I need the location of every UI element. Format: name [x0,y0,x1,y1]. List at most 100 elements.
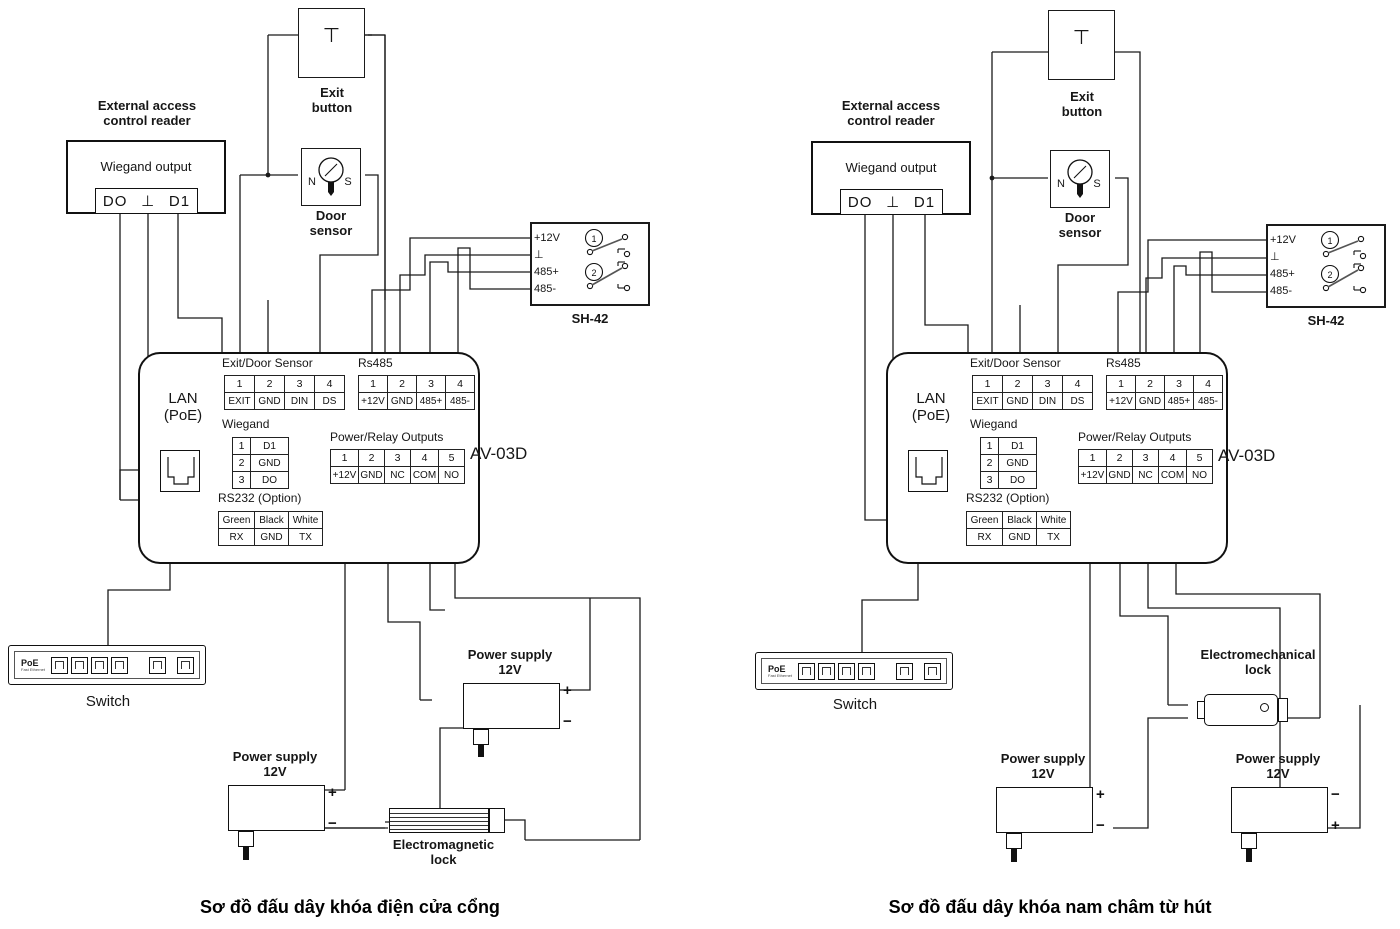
exit-door-sensor-title: Exit/Door Sensor [222,356,313,370]
pr-name-com: COM [1158,466,1187,484]
pr-num-1: 1 [1078,449,1107,467]
rs485-name-485p: 485+ [1164,392,1194,410]
switch-label: Switch [832,696,878,713]
sh42-terminal-12v: +12V [534,232,560,244]
sh42-relay-contacts: 1 2 [584,228,631,292]
diagram-caption-left: Sơ đồ đấu dây khóa điện cửa cổng [200,897,500,917]
rs232-color-white: White [288,511,323,529]
svg-text:1: 1 [591,234,596,244]
rs485-num-4: 4 [1193,375,1223,393]
rs485-name-12v: +12V [1106,392,1136,410]
controller-model-label: AV-03D [1218,446,1276,465]
psu-a-plug [1006,833,1022,849]
psu-a-sign-top: + [1096,786,1105,803]
psu-a-label: Power supply 12V [232,749,318,779]
psu-b-sign-bottom: + [1331,817,1340,834]
switch-uplink-1[interactable] [896,662,913,680]
rs485-num-2: 2 [387,375,417,393]
pr-num-2: 2 [358,449,385,467]
rs232-color-white: White [1036,511,1071,529]
reader-terminal-d1: D1 [168,192,191,210]
sh42-terminal-gnd: ⊥ [1270,251,1280,263]
wiegand-name-gnd: GND [998,454,1037,472]
rs232-name-tx: TX [1036,528,1071,546]
wiegand-terminals: 1 D1 2 GND 3 DO [232,437,289,489]
rs232-name-rx: RX [966,528,1003,546]
eds-num-3: 3 [1032,375,1063,393]
poe-switch-body: PoE Fast Ethernet [8,645,206,685]
eds-num-4: 4 [314,375,345,393]
psu-b-sign-top: + [563,682,572,699]
switch-port-3[interactable] [91,656,108,674]
switch-port-1[interactable] [51,656,68,674]
rs485-name-gnd: GND [1135,392,1165,410]
rs232-name-tx: TX [288,528,323,546]
eds-name-gnd: GND [1002,392,1033,410]
electromagnetic-lock-cap [489,808,505,833]
switch-port-1[interactable] [798,662,815,680]
diagram-magnetic-lock: ⊤ Exit button N S Door sensor External a… [700,0,1400,929]
eds-num-2: 2 [254,375,285,393]
pr-num-5: 5 [1186,449,1213,467]
diagram-caption-right: Sơ đồ đấu dây khóa nam châm từ hút [888,897,1212,917]
exit-door-sensor-title: Exit/Door Sensor [970,356,1061,370]
psu-a-sign-top: + [328,784,337,801]
sh42-terminal-485m: 485- [1270,285,1293,297]
psu-a-body [996,787,1093,833]
psu-a-label: Power supply 12V [1000,751,1086,781]
switch-port-4[interactable] [858,662,875,680]
rs232-terminals: Green Black White RX GND TX [218,511,323,546]
switch-port-3[interactable] [838,662,855,680]
eds-num-3: 3 [284,375,315,393]
psu-a-sign-bottom: − [1096,817,1105,834]
rs485-num-2: 2 [1135,375,1165,393]
electromagnetic-lock-label: Electromagnetic lock [392,837,495,867]
reader-terminal-strip: DO ⊥ D1 [840,189,943,215]
svg-text:1: 1 [1327,236,1332,246]
electromechanical-lock-body [1204,694,1278,726]
sh42-terminal-gnd: ⊥ [534,249,544,261]
rs485-title: Rs485 [1106,356,1141,370]
wiring-diagram-page: ⊤ Exit button N S Door sensor External a… [0,0,1400,929]
rs485-terminals: 1 2 3 4 +12V GND 485+ 485- [358,375,475,410]
sh42-terminal-485m: 485- [534,283,557,295]
rs232-name-rx: RX [218,528,255,546]
door-sensor-label: Door sensor [309,208,353,238]
eds-name-exit: EXIT [224,392,255,410]
eds-name-exit: EXIT [972,392,1003,410]
electromechanical-lock-knob [1260,703,1269,712]
pr-name-gnd: GND [358,466,385,484]
poe-switch-body: PoE Fast Ethernet [755,652,953,690]
door-sensor-pole-s: S [344,176,352,188]
switch-port-2[interactable] [818,662,835,680]
rs485-name-485m: 485- [445,392,475,410]
switch-front-panel: PoE Fast Ethernet [761,658,947,684]
wiegand-num-3: 3 [980,471,999,489]
power-relay-title: Power/Relay Outputs [330,430,444,444]
eds-num-1: 1 [972,375,1003,393]
switch-port-2[interactable] [71,656,88,674]
power-relay-terminals: 1 2 3 4 5 +12V GND NC COM NO [1078,449,1213,484]
wiegand-name-d1: D1 [250,437,289,455]
reader-terminal-strip: DO ⊥ D1 [95,188,198,214]
sh42-relay-contacts: 1 2 [1320,230,1367,294]
wiegand-title: Wiegand [222,417,270,431]
rs485-name-485p: 485+ [416,392,446,410]
door-sensor-pole-n: N [308,176,316,188]
psu-b-plug [473,729,489,745]
reader-terminal-gnd: ⊥ [141,193,156,210]
switch-uplink-2[interactable] [924,662,941,680]
wiegand-num-2: 2 [980,454,999,472]
reader-terminal-d0: DO [102,192,128,210]
psu-b-label: Power supply 12V [467,647,553,677]
exit-button-symbol: ⊤ [322,25,341,47]
svg-text:2: 2 [591,268,596,278]
wiegand-name-do: DO [998,471,1037,489]
switch-uplink-1[interactable] [149,656,166,674]
lan-label: LAN (PoE) [163,390,203,425]
reader-terminal-d1: D1 [913,193,936,211]
wiegand-num-1: 1 [232,437,251,455]
rs485-name-gnd: GND [387,392,417,410]
switch-uplink-2[interactable] [177,656,194,674]
switch-port-4[interactable] [111,656,128,674]
